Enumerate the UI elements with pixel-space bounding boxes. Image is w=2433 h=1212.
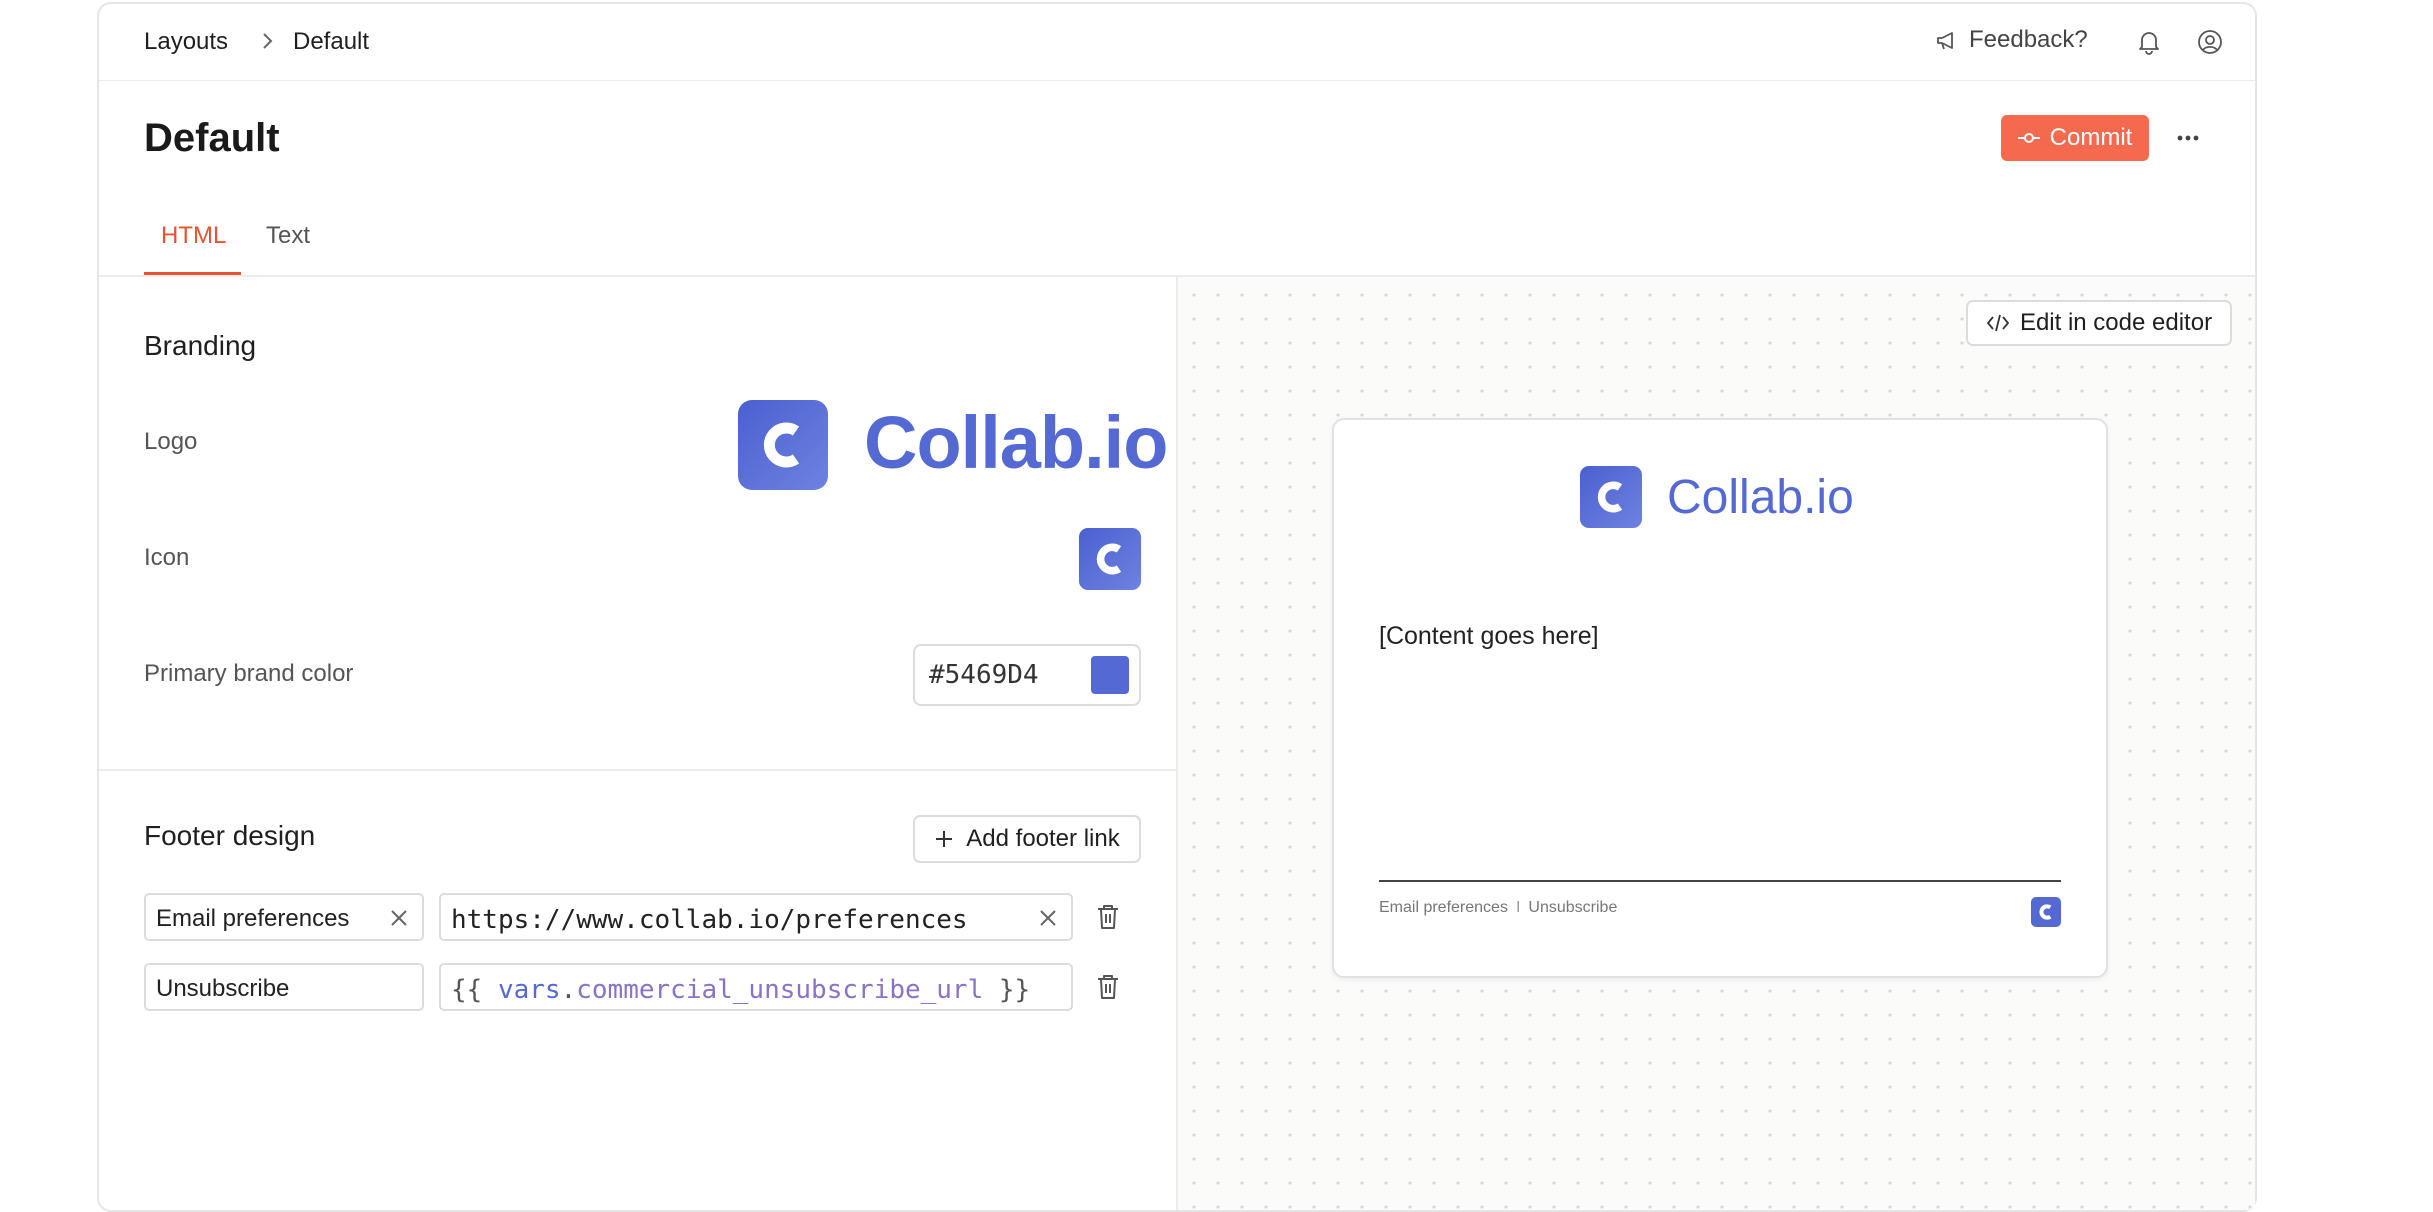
section-divider bbox=[99, 769, 1176, 771]
add-footer-link-button[interactable]: Add footer link bbox=[913, 815, 1141, 863]
footer-link-label: Email preferences bbox=[156, 905, 350, 932]
footer-link-url: https://www.collab.io/preferences bbox=[451, 905, 968, 935]
template-close: }} bbox=[998, 975, 1031, 1005]
footer-link-url-input[interactable]: https://www.collab.io/preferences bbox=[439, 893, 1073, 941]
collab-logo-icon bbox=[1580, 466, 1642, 528]
trash-icon[interactable] bbox=[1095, 903, 1121, 931]
preview-footer-link[interactable]: Email preferences bbox=[1379, 899, 1508, 917]
collab-icon bbox=[2031, 897, 2061, 927]
tab-html[interactable]: HTML bbox=[161, 222, 226, 250]
chevron-right-icon bbox=[263, 33, 273, 49]
edit-in-code-editor-label: Edit in code editor bbox=[2019, 309, 2213, 336]
email-preview-card: Collab.io [Content goes here] Email pref… bbox=[1332, 418, 2108, 978]
primary-color-label: Primary brand color bbox=[144, 660, 354, 687]
preview-footer-separator: I bbox=[1515, 899, 1521, 916]
primary-color-input[interactable]: #5469D4 bbox=[913, 644, 1141, 706]
preview-content-placeholder: [Content goes here] bbox=[1379, 622, 1599, 650]
footer-design-title: Footer design bbox=[144, 820, 316, 851]
page-title: Default bbox=[144, 116, 280, 160]
breadcrumb-layouts[interactable]: Layouts bbox=[144, 28, 228, 56]
preview-logo-mark bbox=[1580, 466, 1642, 528]
git-commit-icon bbox=[2017, 133, 2040, 143]
logo-label: Logo bbox=[144, 428, 198, 455]
edit-in-code-editor-button[interactable]: Edit in code editor bbox=[1966, 300, 2232, 346]
feedback-label: Feedback? bbox=[1969, 26, 2088, 53]
add-footer-link-label: Add footer link bbox=[966, 825, 1120, 852]
code-icon bbox=[1986, 314, 2010, 332]
collab-logo-icon bbox=[738, 400, 828, 490]
preview-footer-rule bbox=[1379, 880, 2061, 882]
preview-wordmark: Collab.io bbox=[1667, 471, 1854, 524]
footer-link-url-input[interactable]: {{ vars.commercial_unsubscribe_url }} bbox=[439, 963, 1073, 1011]
settings-panel: Branding Logo Collab.io Icon Primary bra… bbox=[99, 276, 1176, 1210]
bell-icon[interactable] bbox=[2135, 28, 2163, 56]
feedback-button[interactable]: Feedback? bbox=[1935, 26, 2088, 54]
commit-button[interactable]: Commit bbox=[2001, 115, 2149, 161]
footer-link-label: Unsubscribe bbox=[156, 975, 290, 1002]
icon-label: Icon bbox=[144, 544, 190, 571]
plus-icon bbox=[936, 831, 953, 847]
footer-link-label-input[interactable]: Unsubscribe bbox=[144, 963, 424, 1011]
footer-link-url-template: {{ vars.commercial_unsubscribe_url }} bbox=[451, 975, 1030, 1005]
preview-footer-links: Email preferences I Unsubscribe bbox=[1379, 899, 1617, 917]
preview-footer-icon bbox=[2031, 897, 2061, 927]
trash-icon[interactable] bbox=[1095, 973, 1121, 1001]
clear-icon[interactable] bbox=[388, 907, 410, 929]
clear-icon[interactable] bbox=[1037, 907, 1059, 929]
logo-wordmark: Collab.io bbox=[864, 401, 1168, 484]
tab-text[interactable]: Text bbox=[266, 222, 310, 250]
top-bar: Layouts Default Feedback? bbox=[99, 4, 2255, 81]
breadcrumb-current: Default bbox=[293, 28, 370, 55]
template-var-object: vars bbox=[497, 975, 561, 1005]
ellipsis-icon[interactable] bbox=[2173, 124, 2203, 152]
preview-footer-link[interactable]: Unsubscribe bbox=[1528, 899, 1617, 917]
app-window: Layouts Default Feedback? Default Commit… bbox=[97, 2, 2257, 1212]
commit-label: Commit bbox=[2049, 124, 2133, 151]
template-open: {{ bbox=[451, 975, 483, 1005]
template-dot: . bbox=[560, 975, 577, 1005]
brand-icon[interactable] bbox=[1079, 528, 1141, 590]
preview-panel: Edit in code editor Collab.io [Content g… bbox=[1178, 277, 2255, 1210]
color-swatch[interactable] bbox=[1091, 656, 1129, 694]
user-circle-icon[interactable] bbox=[2196, 28, 2224, 56]
footer-link-label-input[interactable]: Email preferences bbox=[144, 893, 424, 941]
branding-title: Branding bbox=[144, 330, 257, 361]
logo-mark[interactable] bbox=[738, 400, 828, 490]
megaphone-icon bbox=[1937, 32, 1953, 50]
template-var-name: commercial_unsubscribe_url bbox=[576, 975, 984, 1005]
primary-color-value: #5469D4 bbox=[929, 660, 1039, 690]
collab-icon bbox=[1079, 528, 1141, 590]
